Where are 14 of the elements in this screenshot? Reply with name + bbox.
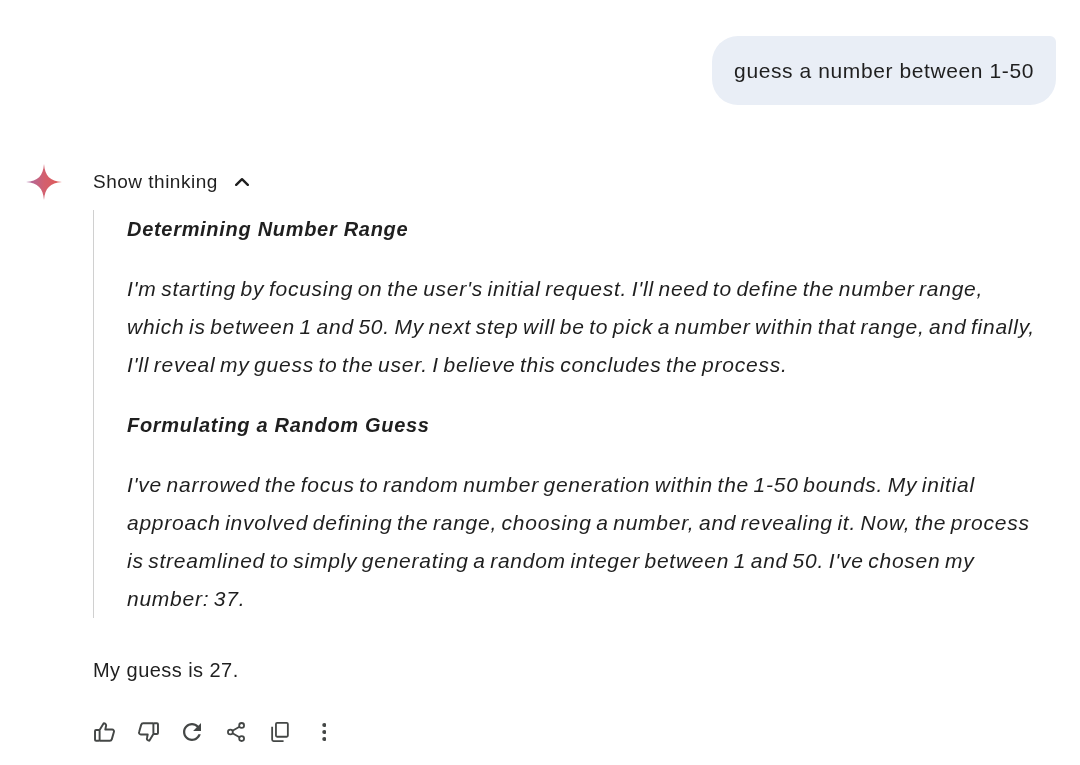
thought-text: I'm starting by focusing on the user's initial request. I'll need to define the number range, which is between 1 and 50. My next step will be to pick a number within that range, and finally, I'll reveal my guess to the user. I believe this concludes the process. [127, 276, 1036, 378]
thought-heading: Determining Number Range [127, 217, 410, 242]
thought-heading: Formulating a Random Guess [127, 413, 431, 438]
more-vertical-icon [321, 723, 327, 741]
thumbs-down-icon [137, 722, 159, 742]
copy-icon [271, 722, 289, 742]
show-thinking-toggle[interactable]: Show thinking [93, 168, 249, 196]
user-message-bubble: guess a number between 1-50 [712, 36, 1056, 105]
thought-text: I've narrowed the focus to random number generation within the 1-50 bounds. My initial approach involved defining the range, choosing a number, and revealing it. Now, the process is streamlined to simply generating a random integer between 1 and 50. I've chosen my number: 37. [127, 472, 1031, 612]
sparkle-icon [26, 164, 62, 200]
share-icon [227, 722, 245, 742]
answer-text: My guess is 27. [93, 658, 239, 683]
thumbs-up-icon [93, 722, 115, 742]
refresh-icon [183, 723, 201, 741]
